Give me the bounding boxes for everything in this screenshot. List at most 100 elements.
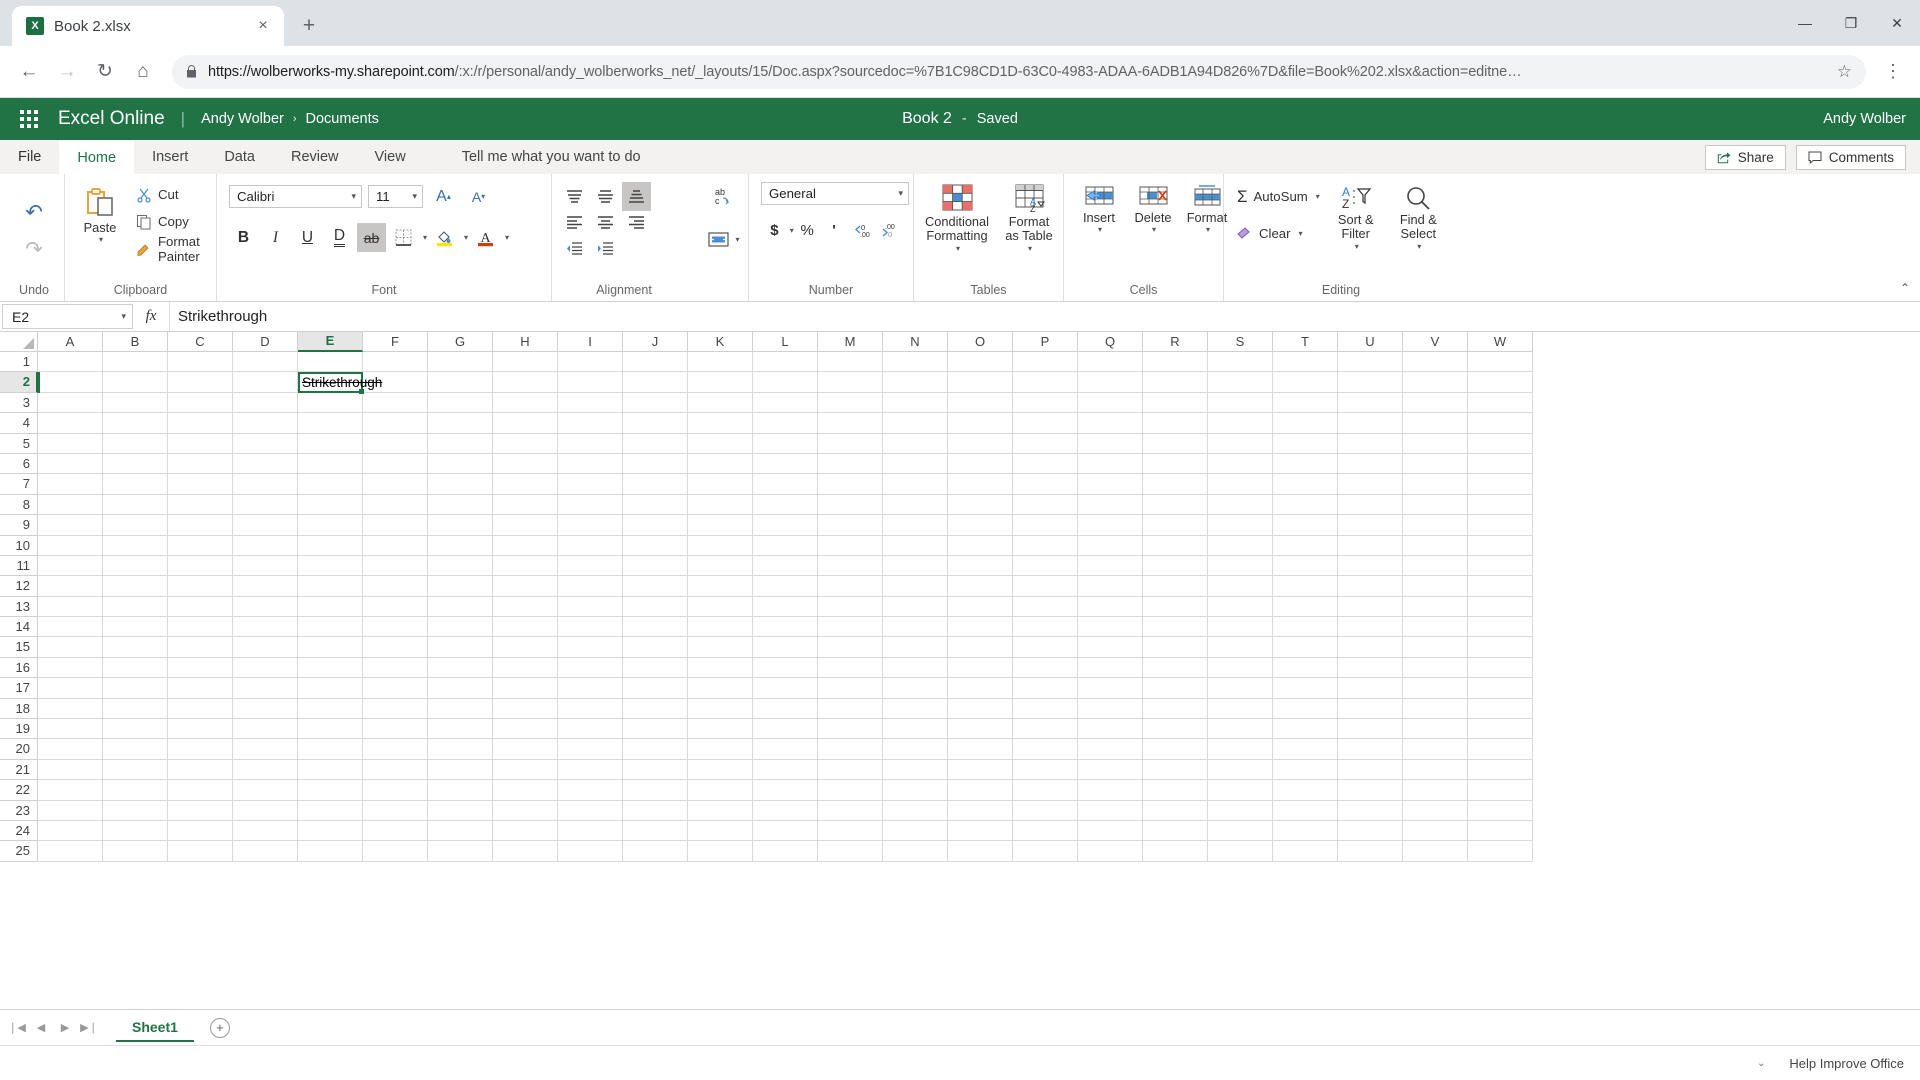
cell-B3[interactable] bbox=[103, 800, 168, 821]
cell-U12[interactable] bbox=[1338, 617, 1403, 638]
cell-M3[interactable] bbox=[818, 800, 883, 821]
cell-F18[interactable] bbox=[363, 494, 428, 516]
column-header-R[interactable]: R bbox=[1143, 332, 1208, 352]
cell-P16[interactable] bbox=[1013, 535, 1078, 556]
cell-S17[interactable] bbox=[1208, 515, 1273, 536]
cell-P24[interactable] bbox=[1013, 372, 1078, 393]
cell-O8[interactable] bbox=[948, 698, 1013, 720]
row-header-23[interactable]: 23 bbox=[0, 800, 38, 821]
cell-T4[interactable] bbox=[1273, 780, 1338, 801]
forward-icon[interactable]: → bbox=[50, 55, 84, 89]
minimize-icon[interactable]: — bbox=[1782, 0, 1828, 46]
help-improve-office-link[interactable]: Help Improve Office bbox=[1789, 1056, 1904, 1071]
formula-input[interactable]: Strikethrough bbox=[169, 302, 1920, 331]
cell-V19[interactable] bbox=[1403, 474, 1468, 495]
cell-C25[interactable] bbox=[168, 352, 233, 373]
cell-P19[interactable] bbox=[1013, 474, 1078, 495]
cell-B9[interactable] bbox=[103, 678, 168, 699]
row-header-8[interactable]: 8 bbox=[0, 494, 38, 516]
cell-J24[interactable] bbox=[623, 372, 688, 393]
row-header-22[interactable]: 22 bbox=[0, 780, 38, 801]
cell-K2[interactable] bbox=[688, 820, 753, 842]
cell-C7[interactable] bbox=[168, 719, 233, 740]
cell-M19[interactable] bbox=[818, 474, 883, 495]
cell-D16[interactable] bbox=[233, 535, 298, 556]
cell-P7[interactable] bbox=[1013, 719, 1078, 740]
cell-D20[interactable] bbox=[233, 453, 298, 475]
cell-V2[interactable] bbox=[1403, 820, 1468, 842]
borders-button[interactable] bbox=[389, 223, 418, 252]
chevron-down-icon[interactable]: ▾ bbox=[1417, 242, 1421, 251]
cell-R18[interactable] bbox=[1143, 494, 1208, 516]
cell-S1[interactable] bbox=[1208, 841, 1273, 862]
cell-N18[interactable] bbox=[883, 494, 948, 516]
cell-N6[interactable] bbox=[883, 739, 948, 760]
cell-P2[interactable] bbox=[1013, 820, 1078, 842]
cell-P22[interactable] bbox=[1013, 413, 1078, 434]
cell-R19[interactable] bbox=[1143, 474, 1208, 495]
cell-G20[interactable] bbox=[428, 453, 493, 475]
cell-N13[interactable] bbox=[883, 596, 948, 618]
cell-I14[interactable] bbox=[558, 576, 623, 597]
cell-N9[interactable] bbox=[883, 678, 948, 699]
cell-I25[interactable] bbox=[558, 352, 623, 373]
percent-button[interactable]: % bbox=[794, 217, 821, 244]
cell-M10[interactable] bbox=[818, 657, 883, 679]
cell-C17[interactable] bbox=[168, 515, 233, 536]
column-header-F[interactable]: F bbox=[363, 332, 428, 352]
cell-I3[interactable] bbox=[558, 800, 623, 821]
cell-P23[interactable] bbox=[1013, 392, 1078, 414]
cell-M21[interactable] bbox=[818, 433, 883, 454]
cell-V20[interactable] bbox=[1403, 453, 1468, 475]
cell-J8[interactable] bbox=[623, 698, 688, 720]
insert-function-icon[interactable]: fx bbox=[133, 302, 169, 331]
cell-T9[interactable] bbox=[1273, 678, 1338, 699]
cell-K18[interactable] bbox=[688, 494, 753, 516]
row-header-18[interactable]: 18 bbox=[0, 698, 38, 720]
cell-A11[interactable] bbox=[38, 637, 103, 658]
chevron-down-icon[interactable]: ▾ bbox=[1098, 225, 1102, 234]
cell-P14[interactable] bbox=[1013, 576, 1078, 597]
row-header-21[interactable]: 21 bbox=[0, 759, 38, 781]
breadcrumb-location[interactable]: Documents bbox=[306, 111, 379, 127]
column-header-V[interactable]: V bbox=[1403, 332, 1468, 352]
cell-U13[interactable] bbox=[1338, 596, 1403, 618]
cell-N10[interactable] bbox=[883, 657, 948, 679]
cell-R25[interactable] bbox=[1143, 352, 1208, 373]
cell-U6[interactable] bbox=[1338, 739, 1403, 760]
cell-O9[interactable] bbox=[948, 678, 1013, 699]
cell-W11[interactable] bbox=[1468, 637, 1533, 658]
cell-O25[interactable] bbox=[948, 352, 1013, 373]
double-underline-button[interactable]: D bbox=[325, 223, 354, 252]
tab-file[interactable]: File bbox=[0, 140, 59, 174]
cell-P25[interactable] bbox=[1013, 352, 1078, 373]
cell-N7[interactable] bbox=[883, 719, 948, 740]
cell-K20[interactable] bbox=[688, 453, 753, 475]
comma-button[interactable]: ' bbox=[821, 217, 848, 244]
cell-V11[interactable] bbox=[1403, 637, 1468, 658]
cell-M4[interactable] bbox=[818, 780, 883, 801]
cell-W7[interactable] bbox=[1468, 719, 1533, 740]
cells-area[interactable]: Strikethrough bbox=[38, 352, 1920, 862]
cell-P10[interactable] bbox=[1013, 657, 1078, 679]
cell-E8[interactable] bbox=[298, 698, 363, 720]
row-header-15[interactable]: 15 bbox=[0, 637, 38, 658]
cell-L11[interactable] bbox=[753, 637, 818, 658]
cell-Q13[interactable] bbox=[1078, 596, 1143, 618]
cell-L5[interactable] bbox=[753, 759, 818, 781]
cell-C11[interactable] bbox=[168, 637, 233, 658]
cell-W5[interactable] bbox=[1468, 759, 1533, 781]
cell-M25[interactable] bbox=[818, 352, 883, 373]
row-header-11[interactable]: 11 bbox=[0, 555, 38, 577]
status-expand-icon[interactable]: ⌄ bbox=[1757, 1058, 1765, 1069]
cell-I12[interactable] bbox=[558, 617, 623, 638]
cell-Q2[interactable] bbox=[1078, 820, 1143, 842]
cell-V16[interactable] bbox=[1403, 535, 1468, 556]
cell-M24[interactable] bbox=[818, 372, 883, 393]
cell-A12[interactable] bbox=[38, 617, 103, 638]
cell-A6[interactable] bbox=[38, 739, 103, 760]
row-header-16[interactable]: 16 bbox=[0, 657, 38, 679]
cell-R15[interactable] bbox=[1143, 555, 1208, 577]
cell-J18[interactable] bbox=[623, 494, 688, 516]
cell-F16[interactable] bbox=[363, 535, 428, 556]
